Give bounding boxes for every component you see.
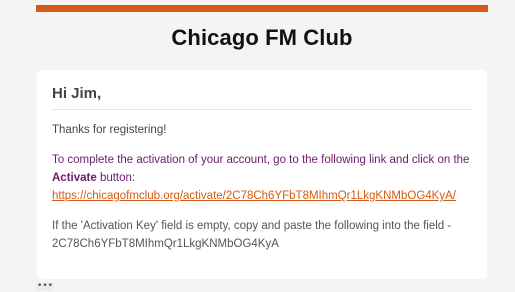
greeting: Hi Jim, bbox=[52, 85, 102, 102]
activation-link[interactable]: https://chicagofmclub.org/activate/2C78C… bbox=[52, 190, 456, 202]
club-title: Chicago FM Club bbox=[171, 25, 353, 50]
header-accent-bar bbox=[36, 5, 488, 12]
activation-key: 2C78Ch6YFbT8MIhmQr1LkgKNMbOG4KyA bbox=[52, 238, 279, 250]
empty-key-note-block: If the 'Activation Key' field is empty, … bbox=[52, 217, 477, 253]
activate-word: Activate bbox=[52, 172, 97, 184]
instruction-text: To complete the activation of your accou… bbox=[52, 154, 470, 166]
thanks-text: Thanks for registering! bbox=[52, 124, 167, 136]
instruction-suffix: button: bbox=[96, 172, 136, 184]
email-card: Hi Jim, Thanks for registering! To compl… bbox=[37, 70, 487, 279]
empty-key-note: If the 'Activation Key' field is empty, … bbox=[52, 220, 452, 232]
show-trimmed-content-button[interactable]: ••• bbox=[36, 281, 54, 291]
divider bbox=[52, 109, 472, 110]
activation-instructions: To complete the activation of your accou… bbox=[52, 151, 477, 205]
ellipsis-icon: ••• bbox=[37, 281, 53, 291]
